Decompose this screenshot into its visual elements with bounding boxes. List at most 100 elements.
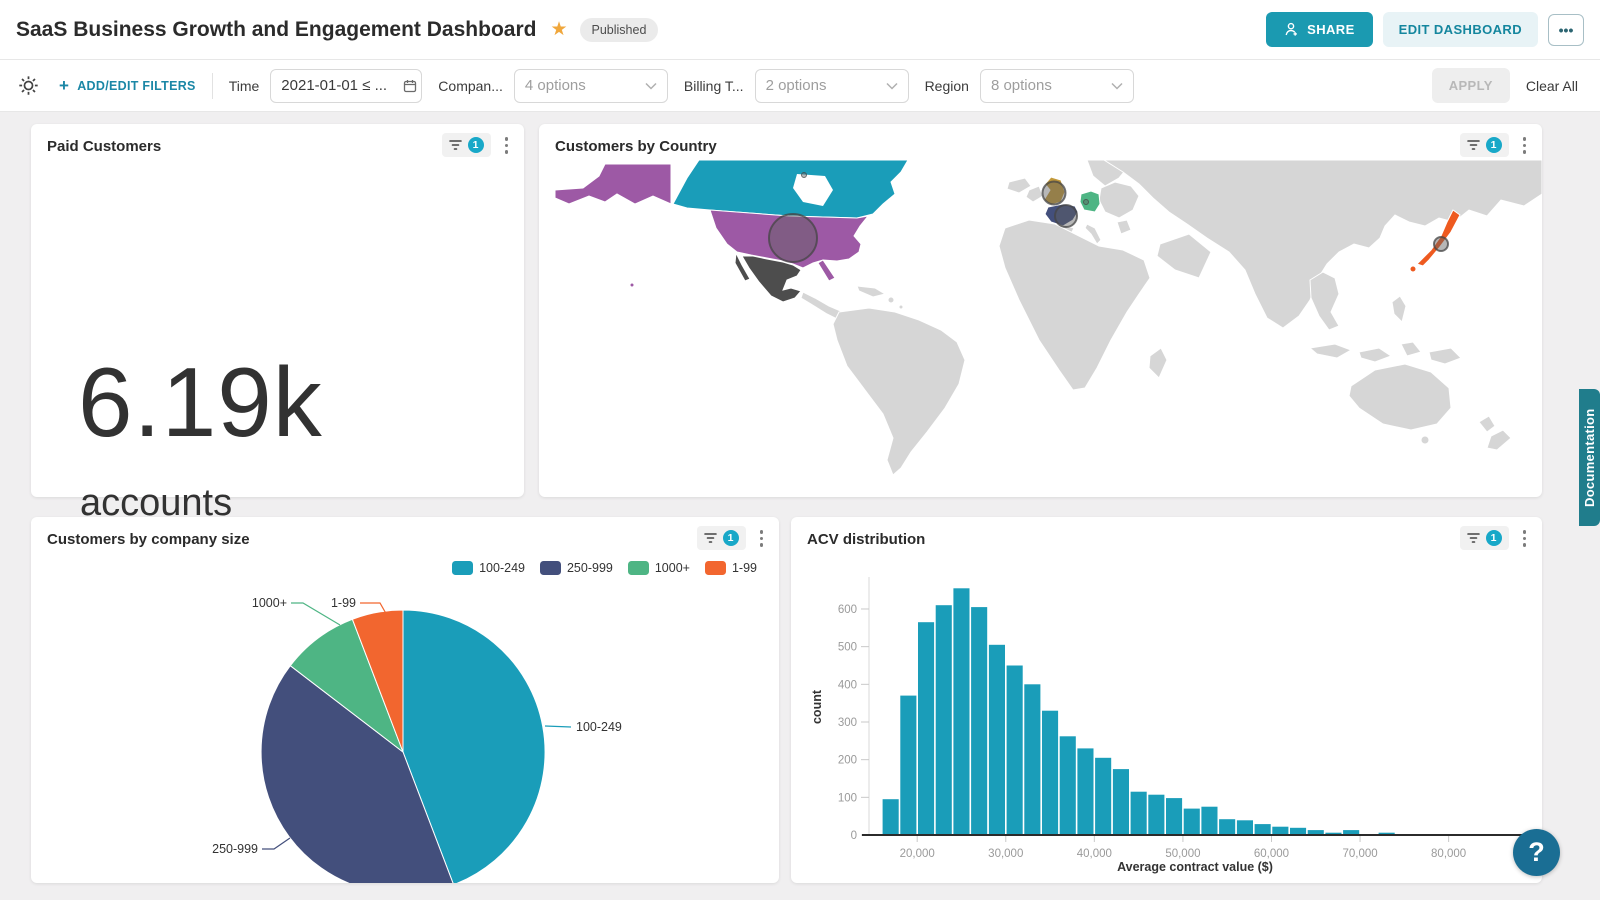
widget-filter-chip[interactable]: 1 [1460,133,1509,157]
add-edit-filters-button[interactable]: + ADD/EDIT FILTERS [59,76,196,96]
company-size-pie-chart[interactable]: 100-249 250-999 1000+ 1-99 [31,553,779,883]
clear-all-button[interactable]: Clear All [1526,78,1578,94]
country-usa-florida [818,260,835,281]
hist-bar[interactable] [953,588,969,835]
pie-label-connector [545,726,571,727]
africa [999,220,1150,390]
plus-icon: + [59,76,69,96]
new-guinea [1429,348,1461,364]
new-zealand-n [1479,416,1495,432]
country-canada [673,160,908,218]
hist-bar[interactable] [1042,711,1058,835]
calendar-icon [403,79,417,93]
filter-value: 4 options [525,77,586,94]
x-tick-label: 80,000 [1431,848,1466,860]
y-tick-label: 400 [838,679,857,691]
filter-count-badge: 1 [723,530,739,546]
hist-bar[interactable] [1148,795,1164,835]
filter-label-time: Time [229,78,260,94]
acv-histogram-chart[interactable]: 010020030040050060020,00030,00040,00050,… [791,517,1542,883]
x-tick-label: 70,000 [1342,848,1377,860]
hist-bar[interactable] [1237,820,1253,835]
map-bubble-france[interactable] [1055,205,1077,227]
arabia [1157,234,1211,278]
legend-item-1000+[interactable]: 1000+ [628,561,690,575]
widget-menu-kebab-icon[interactable] [752,526,772,551]
world-choropleth-map[interactable] [539,160,1542,497]
map-bubble-united-kingdom[interactable] [1043,182,1066,205]
funnel-filter-icon [1467,139,1480,151]
filter-region-dropdown[interactable]: 8 options [980,69,1134,103]
hist-bar[interactable] [900,696,916,835]
widget-menu-kebab-icon[interactable] [1515,133,1535,158]
country-germany [1080,191,1100,212]
hist-bar[interactable] [1219,819,1235,835]
documentation-side-tab[interactable]: Documentation [1579,389,1600,526]
legend-swatch [705,561,726,575]
hist-bar[interactable] [918,622,934,835]
hist-bar[interactable] [1131,792,1147,835]
share-button[interactable]: SHARE [1266,12,1373,47]
legend-label: 250-999 [567,561,613,575]
antilles [899,305,903,309]
chevron-down-icon [1111,82,1123,90]
filter-settings-gear-icon[interactable] [18,75,39,96]
help-button[interactable]: ? [1513,829,1560,876]
legend-label: 1-99 [732,561,757,575]
widget-customers-by-company-size: Customers by company size 1 100-249 250-9… [31,517,779,883]
hist-bar[interactable] [936,605,952,835]
x-tick-label: 30,000 [988,848,1023,860]
map-bubble-united-states[interactable] [769,214,817,262]
hist-bar[interactable] [883,799,899,835]
hist-bar[interactable] [1166,798,1182,835]
hist-bar[interactable] [1201,807,1217,835]
legend-label: 1000+ [655,561,690,575]
hist-bar[interactable] [1255,824,1271,835]
y-tick-label: 0 [851,830,857,842]
madagascar [1149,348,1167,378]
filter-label-billing-type: Billing T... [684,78,744,94]
hist-bar[interactable] [1024,684,1040,835]
hist-bar[interactable] [1272,827,1288,835]
greece [1117,220,1131,234]
header-more-options-button[interactable]: ••• [1548,14,1584,46]
indonesia-2 [1359,348,1391,362]
filter-group-billing-type: Billing T... 2 options [684,69,909,103]
hist-bar[interactable] [1113,769,1129,835]
hist-bar[interactable] [971,607,987,835]
map-bubble-japan[interactable] [1434,237,1448,251]
legend-item-1-99[interactable]: 1-99 [705,561,757,575]
widget-filter-chip[interactable]: 1 [697,526,746,550]
map-bubble-canada[interactable] [802,173,807,178]
favorite-star-icon[interactable]: ★ [550,18,567,41]
country-usa-hawaii [630,283,634,287]
filter-value: 2021-01-01 ≤ ... [281,77,387,94]
filter-bar: + ADD/EDIT FILTERS Time 2021-01-01 ≤ ... C… [0,60,1600,112]
legend-label: 100-249 [479,561,525,575]
filter-time-input[interactable]: 2021-01-01 ≤ ... [270,69,422,103]
filter-billing-type-dropdown[interactable]: 2 options [755,69,909,103]
widget-customers-by-country: Customers by Country 1 [539,124,1542,497]
hist-bar[interactable] [1007,666,1023,836]
apply-button[interactable]: APPLY [1432,68,1510,103]
ellipsis-icon: ••• [1559,22,1574,38]
legend-item-100-249[interactable]: 100-249 [452,561,525,575]
hist-bar[interactable] [1184,809,1200,835]
filter-company-size-dropdown[interactable]: 4 options [514,69,668,103]
widget-title: Customers by company size [47,531,250,548]
hist-bar[interactable] [1077,748,1093,835]
hist-bar[interactable] [1290,828,1306,835]
iceland [1007,178,1031,193]
hist-bar[interactable] [1095,758,1111,835]
x-tick-label: 20,000 [900,848,935,860]
legend-item-250-999[interactable]: 250-999 [540,561,613,575]
map-bubble-germany[interactable] [1084,200,1089,205]
hist-bar[interactable] [989,645,1005,835]
x-tick-label: 50,000 [1165,848,1200,860]
legend-swatch [628,561,649,575]
edit-dashboard-button[interactable]: EDIT DASHBOARD [1383,12,1538,47]
tasmania [1421,436,1429,444]
cuba [857,286,885,297]
hist-bar[interactable] [1060,736,1076,835]
south-america [833,308,965,475]
